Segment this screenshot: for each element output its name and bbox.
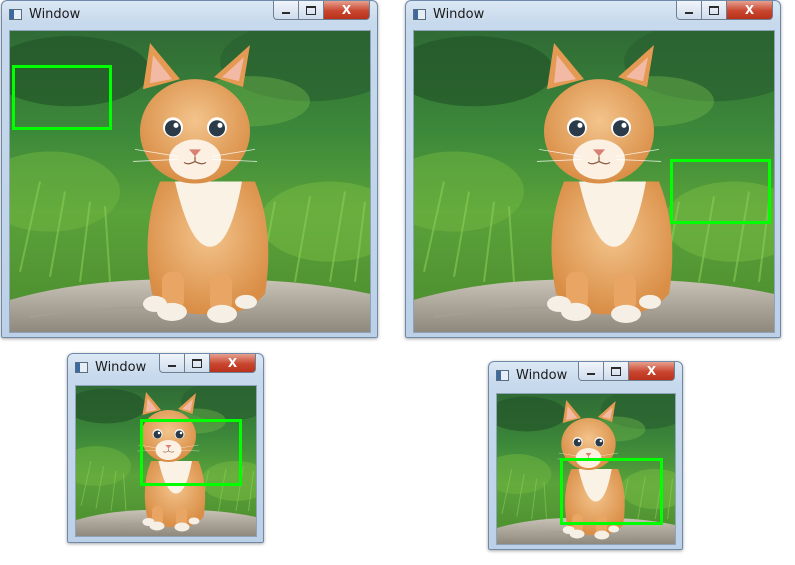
window-title: Window	[516, 368, 568, 383]
close-button[interactable]: X	[629, 362, 675, 381]
close-icon: X	[744, 3, 755, 17]
app-icon[interactable]	[9, 9, 22, 20]
image-view	[496, 393, 676, 545]
minimize-button[interactable]	[159, 354, 185, 373]
image-view	[9, 30, 371, 333]
maximize-icon	[611, 366, 621, 376]
minimize-icon	[587, 372, 595, 375]
maximize-button[interactable]	[299, 1, 324, 20]
app-icon[interactable]	[413, 9, 426, 20]
minimize-button[interactable]	[578, 362, 604, 381]
window-title: Window	[433, 7, 485, 22]
maximize-icon	[306, 5, 316, 15]
close-icon: X	[646, 364, 657, 378]
image-view	[413, 30, 775, 333]
title-bar[interactable]: Window X	[2, 1, 377, 27]
roi-rectangle	[12, 65, 112, 130]
maximize-button[interactable]	[604, 362, 629, 381]
window-top-right[interactable]: Window X	[405, 0, 781, 338]
close-icon: X	[227, 356, 238, 370]
minimize-icon	[282, 11, 290, 14]
window-bottom-left[interactable]: Window X	[67, 353, 264, 543]
title-bar[interactable]: Window X	[489, 362, 682, 388]
minimize-icon	[685, 11, 693, 14]
title-bar[interactable]: Window X	[68, 354, 263, 380]
title-bar[interactable]: Window X	[406, 1, 780, 27]
minimize-button[interactable]	[273, 1, 299, 20]
close-button[interactable]: X	[727, 1, 773, 20]
minimize-button[interactable]	[676, 1, 702, 20]
close-icon: X	[341, 3, 352, 17]
app-icon[interactable]	[75, 362, 88, 373]
roi-rectangle	[670, 159, 771, 224]
window-title: Window	[29, 7, 81, 22]
maximize-button[interactable]	[702, 1, 727, 20]
image-view	[75, 385, 257, 537]
maximize-icon	[709, 5, 719, 15]
app-icon[interactable]	[496, 370, 509, 381]
roi-rectangle	[140, 419, 242, 486]
maximize-button[interactable]	[185, 354, 210, 373]
window-bottom-right[interactable]: Window X	[488, 361, 683, 550]
maximize-icon	[192, 358, 202, 368]
close-button[interactable]: X	[210, 354, 256, 373]
minimize-icon	[168, 364, 176, 367]
roi-rectangle	[560, 458, 663, 525]
window-title: Window	[95, 360, 147, 375]
close-button[interactable]: X	[324, 1, 370, 20]
window-top-left[interactable]: Window X	[1, 0, 378, 338]
